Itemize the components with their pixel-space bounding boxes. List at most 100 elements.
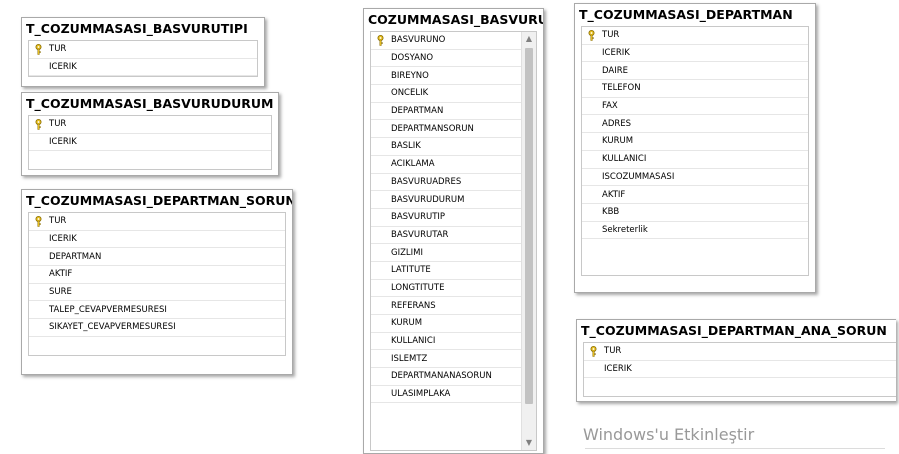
column-row[interactable]: DOSYANO (371, 50, 522, 68)
column-name: BASVURUNO (391, 35, 446, 46)
empty-row (29, 151, 271, 169)
column-name: SURE (49, 287, 72, 298)
column-row[interactable]: BASLIK (371, 138, 522, 156)
column-row[interactable]: AKTIF (582, 186, 808, 204)
column-name: TUR (49, 119, 67, 130)
column-row[interactable]: ICERIK (582, 45, 808, 63)
table-title: T_COZUMMASASI_DEPARTMAN_SORUN (26, 193, 292, 208)
primary-key-icon (34, 44, 43, 55)
column-row[interactable]: KBB (582, 204, 808, 222)
column-name: ULASIMPLAKA (391, 389, 451, 400)
column-row[interactable]: ICERIK (29, 134, 271, 152)
column-row[interactable]: DEPARTMAN (371, 103, 522, 121)
column-name: TUR (49, 44, 67, 55)
column-name: DEPARTMANSORUN (391, 123, 474, 134)
primary-key-icon (34, 216, 43, 227)
column-row[interactable]: ICERIK (29, 231, 285, 249)
column-row[interactable]: TUR (582, 27, 808, 45)
column-name: ICERIK (602, 48, 630, 59)
column-row[interactable]: KURUM (582, 133, 808, 151)
column-list: TUR ICERIK DAIRE TELEFON FAX ADRES KURUM KULLAN… (581, 26, 809, 276)
column-row[interactable]: BASVURUTAR (371, 227, 522, 245)
column-name: SIKAYET_CEVAPVERMESURESI (49, 322, 176, 333)
scroll-down-arrow-icon[interactable]: ▼ (522, 436, 536, 450)
column-row[interactable]: GIZLIMI (371, 244, 522, 262)
column-name: Sekreterlik (602, 224, 648, 235)
table-departman[interactable]: T_COZUMMASASI_DEPARTMAN TUR ICERIK DAIRE TE… (574, 3, 816, 293)
column-row[interactable]: LONGTITUTE (371, 280, 522, 298)
column-row[interactable]: ULASIMPLAKA (371, 386, 522, 404)
table-departman-ana-sorun[interactable]: T_COZUMMASASI_DEPARTMAN_ANA_SORUN TUR ICE… (576, 319, 896, 402)
column-list: BASVURUNO DOSYANO BIREYNO ONCELIK DEPARTMAN D… (370, 31, 537, 451)
column-row[interactable]: REFERANS (371, 297, 522, 315)
column-row[interactable]: TUR (29, 116, 271, 134)
table-title: T_COZUMMASASI_DEPARTMAN_ANA_SORUN (581, 323, 887, 338)
column-name: TUR (604, 346, 622, 357)
column-row[interactable]: SURE (29, 284, 285, 302)
column-row[interactable]: ONCELIK (371, 85, 522, 103)
empty-row (582, 257, 808, 275)
primary-key-icon (34, 119, 43, 130)
column-name: ONCELIK (391, 88, 429, 99)
divider (585, 448, 885, 449)
column-row[interactable]: DAIRE (582, 62, 808, 81)
column-name: AKTIF (602, 189, 626, 200)
table-title: COZUMMASASI_BASVURU (368, 12, 543, 27)
column-name: KURUM (391, 318, 423, 329)
column-row[interactable]: DEPARTMANSORUN (371, 120, 522, 139)
primary-key-icon (376, 35, 385, 46)
column-name: KBB (602, 207, 620, 218)
column-name: TUR (602, 30, 620, 41)
column-list: TUR ICERIK (583, 342, 896, 398)
column-row[interactable]: ADRES (582, 115, 808, 134)
table-basvuru[interactable]: COZUMMASASI_BASVURU BASVURUNO DOSYANO BIRE… (363, 8, 544, 454)
column-name: GIZLIMI (391, 247, 423, 258)
column-row[interactable]: ACIKLAMA (371, 156, 522, 174)
column-row[interactable]: ISLEMTZ (371, 350, 522, 369)
column-row[interactable]: BASVURUADRES (371, 174, 522, 192)
column-row[interactable]: Sekreterlik (582, 222, 808, 240)
column-row[interactable]: DEPARTMANANASORUN (371, 368, 522, 386)
column-row[interactable]: BASVURUTIP (371, 209, 522, 227)
column-row[interactable]: TUR (584, 343, 896, 361)
scroll-thumb[interactable] (525, 48, 533, 404)
column-row[interactable]: BIREYNO (371, 67, 522, 86)
column-row[interactable]: TUR (29, 213, 285, 231)
column-row[interactable]: FAX (582, 98, 808, 116)
column-name: BASVURUDURUM (391, 194, 465, 205)
column-row[interactable]: BASVURUDURUM (371, 191, 522, 209)
column-row[interactable]: KURUM (371, 315, 522, 333)
column-row[interactable]: LATITUTE (371, 262, 522, 280)
column-name: DOSYANO (391, 53, 434, 64)
column-name: REFERANS (391, 300, 436, 311)
column-name: ISCOZUMMASASI (602, 171, 675, 182)
table-departman-sorun[interactable]: T_COZUMMASASI_DEPARTMAN_SORUN TUR ICERIK D… (21, 189, 293, 375)
column-row[interactable]: ISCOZUMMASASI (582, 169, 808, 187)
column-row[interactable]: ICERIK (29, 59, 257, 77)
column-row[interactable]: ICERIK (584, 361, 896, 379)
table-basvurudurum[interactable]: T_COZUMMASASI_BASVURUDURUM TUR ICERIK (21, 92, 279, 176)
column-name: BIREYNO (391, 70, 429, 81)
column-row[interactable]: BASVURUNO (371, 32, 522, 50)
table-basvurutipi[interactable]: T_COZUMMASASI_BASVURUTIPI TUR ICERIK (21, 17, 265, 87)
column-name: ICERIK (49, 62, 77, 73)
column-list: TUR ICERIK DEPARTMAN AKTIF SURE TALEP_CEVAPVE… (28, 212, 286, 356)
column-name: ISLEMTZ (391, 353, 428, 364)
column-name: ADRES (602, 118, 632, 129)
column-name: DEPARTMAN (49, 251, 102, 262)
primary-key-icon (587, 30, 596, 41)
column-row[interactable]: TALEP_CEVAPVERMESURESI (29, 301, 285, 320)
column-row[interactable]: TELEFON (582, 80, 808, 98)
column-row[interactable]: AKTIF (29, 266, 285, 284)
column-name: KULLANICI (391, 336, 436, 347)
column-name: DEPARTMAN (391, 106, 444, 117)
vertical-scrollbar[interactable]: ▲ ▼ (521, 32, 536, 450)
column-row[interactable]: KULLANICI (582, 151, 808, 169)
column-row[interactable]: TUR (29, 41, 257, 59)
column-name: ACIKLAMA (391, 159, 435, 170)
column-name: TELEFON (602, 83, 641, 94)
column-row[interactable]: KULLANICI (371, 333, 522, 351)
scroll-up-arrow-icon[interactable]: ▲ (522, 32, 536, 46)
column-row[interactable]: SIKAYET_CEVAPVERMESURESI (29, 319, 285, 337)
column-row[interactable]: DEPARTMAN (29, 248, 285, 267)
